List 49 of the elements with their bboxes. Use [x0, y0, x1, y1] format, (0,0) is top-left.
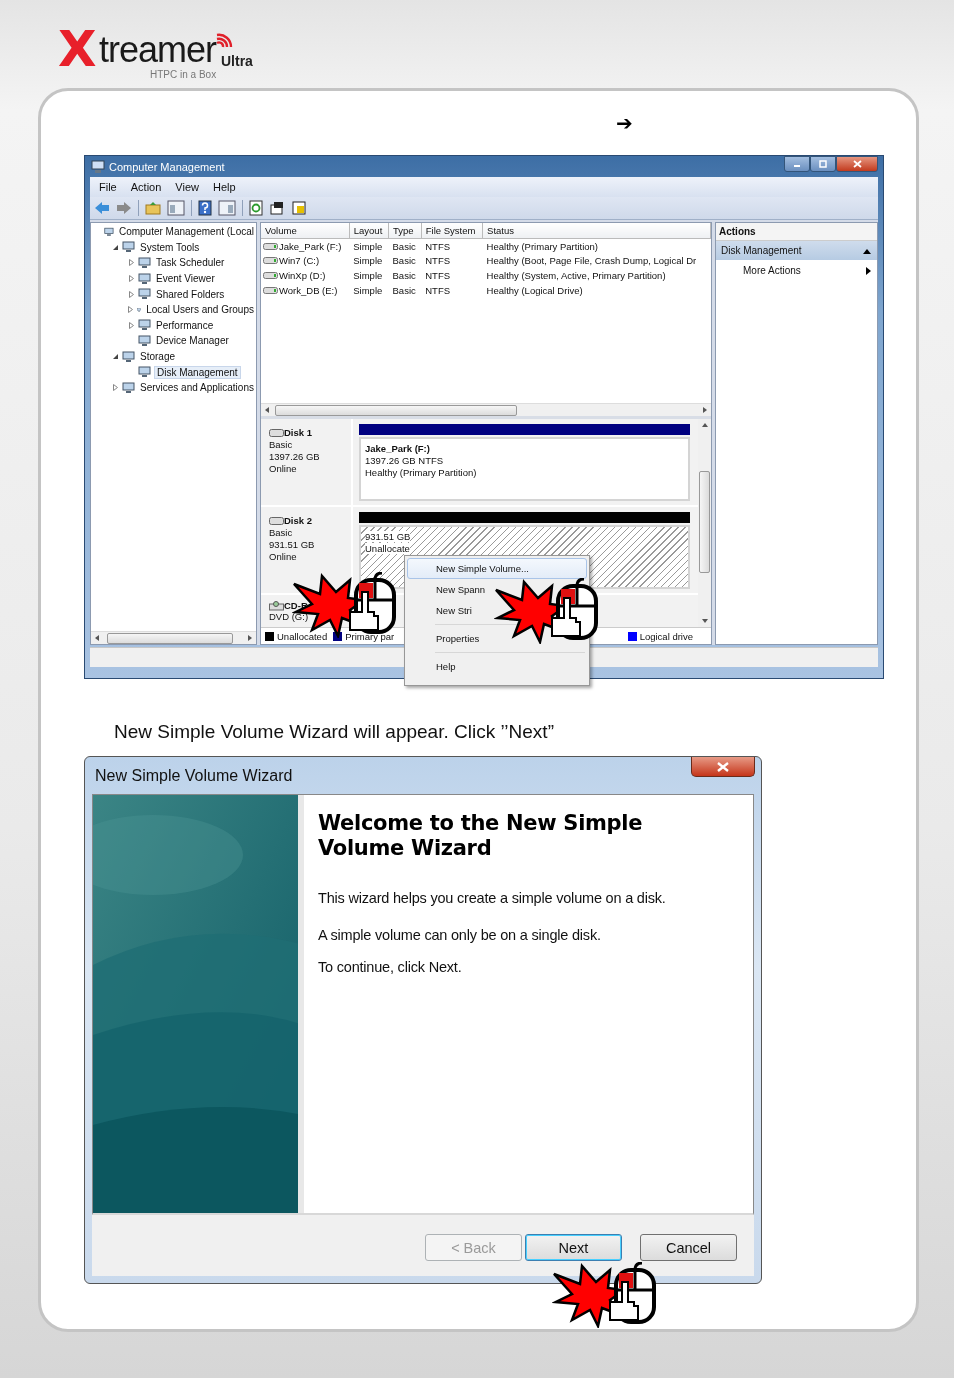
table-cell: NTFS: [425, 270, 451, 281]
legend-label: Primary par: [345, 630, 395, 642]
wizard-heading: Welcome to the New Simple Volume Wizard: [318, 811, 644, 861]
table-cell: Basic: [392, 284, 416, 296]
table-cell: Win7 (C:): [279, 255, 320, 267]
table-cell: Simple: [353, 240, 383, 252]
partition-size: 931.51 GB: [365, 531, 411, 542]
window-title: New Simple Volume Wizard: [94, 766, 293, 785]
disk-name: Disk 2: [284, 515, 312, 526]
partition-status: Unallocate: [365, 543, 410, 554]
partition-label: Jake_Park (F:): [365, 443, 431, 454]
table-cell: Simple: [353, 270, 383, 281]
window-title: Computer Management: [109, 160, 225, 173]
table-cell: WinXp (D:): [279, 270, 326, 281]
wizard-text: To continue, click Next.: [318, 959, 463, 975]
table-cell: Healthy (System, Active, Primary Partition): [486, 270, 666, 281]
table-cell: NTFS: [425, 284, 451, 296]
disk-size: 931.51 GB: [269, 539, 316, 550]
legend-label: Unallocated: [277, 630, 328, 642]
logo-tagline: HTPC in a Box: [150, 69, 217, 80]
disk-status: Online: [269, 551, 298, 562]
disk-status: Online: [269, 463, 298, 474]
disk-type: Basic: [269, 527, 294, 538]
table-cell: Healthy (Logical Drive): [486, 284, 583, 296]
table-cell: Simple: [353, 284, 383, 296]
logo-name: treamer: [99, 32, 217, 68]
disk-size: 1397.26 GB: [269, 451, 321, 462]
table-cell: Basic: [392, 240, 416, 252]
logo-edition: Ultra: [221, 53, 253, 69]
table-cell: NTFS: [425, 255, 451, 267]
partition-status: Healthy (Primary Partition): [365, 467, 478, 478]
table-cell: Healthy (Primary Partition): [486, 240, 598, 252]
table-cell: Jake_Park (F:): [279, 240, 342, 252]
step-arrow: ➔: [616, 113, 633, 133]
table-cell: Basic: [392, 255, 416, 267]
wizard-text: This wizard helps you create a simple volume on a disk.: [318, 890, 666, 906]
disk-name: Disk 1: [284, 427, 312, 438]
actions-header: Actions: [716, 223, 877, 241]
partition-detail: 1397.26 GB NTFS: [365, 455, 445, 466]
wizard-text: A simple volume can only be on a single disk.: [318, 927, 602, 943]
table-cell: Work_DB (E:): [279, 284, 338, 296]
table-cell: NTFS: [425, 240, 451, 252]
disk-type: Basic: [269, 439, 294, 450]
table-cell: Basic: [392, 270, 416, 281]
table-cell: Healthy (Boot, Page File, Crash Dump, Logical Dr: [486, 255, 697, 267]
table-cell: Simple: [353, 255, 383, 267]
logo-mark: X: [58, 24, 97, 74]
legend-label: Logical drive: [639, 630, 693, 642]
instruction-text: New Simple Volume Wizard will appear. Click ’’Next”: [114, 721, 555, 743]
